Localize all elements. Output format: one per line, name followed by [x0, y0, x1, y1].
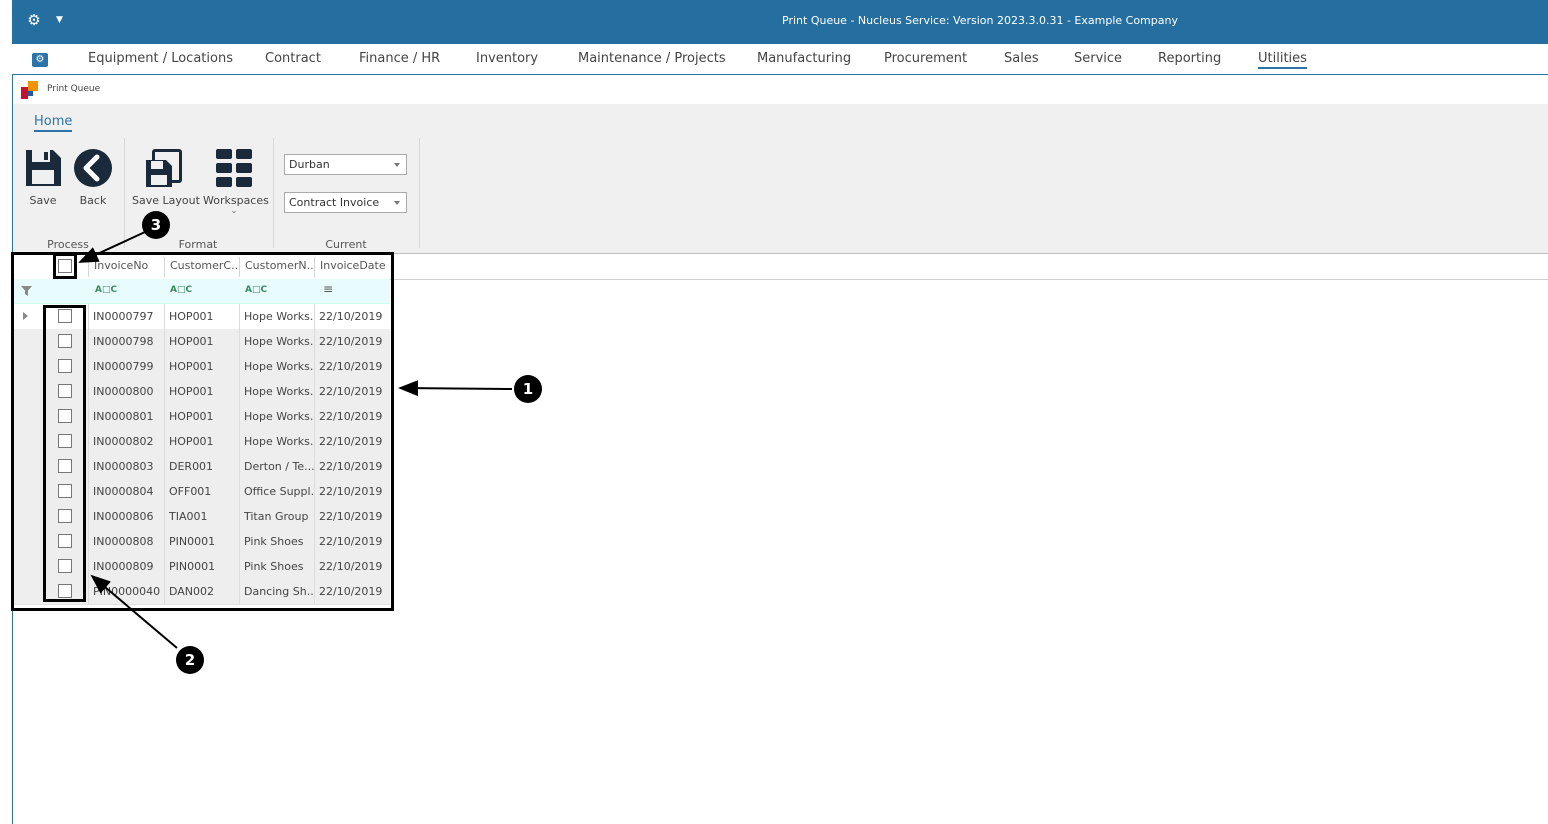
callout-1: 1 [514, 375, 542, 403]
annotation-arrows [78, 231, 513, 649]
callout-2: 2 [176, 646, 204, 674]
callout-3: 3 [142, 211, 170, 239]
